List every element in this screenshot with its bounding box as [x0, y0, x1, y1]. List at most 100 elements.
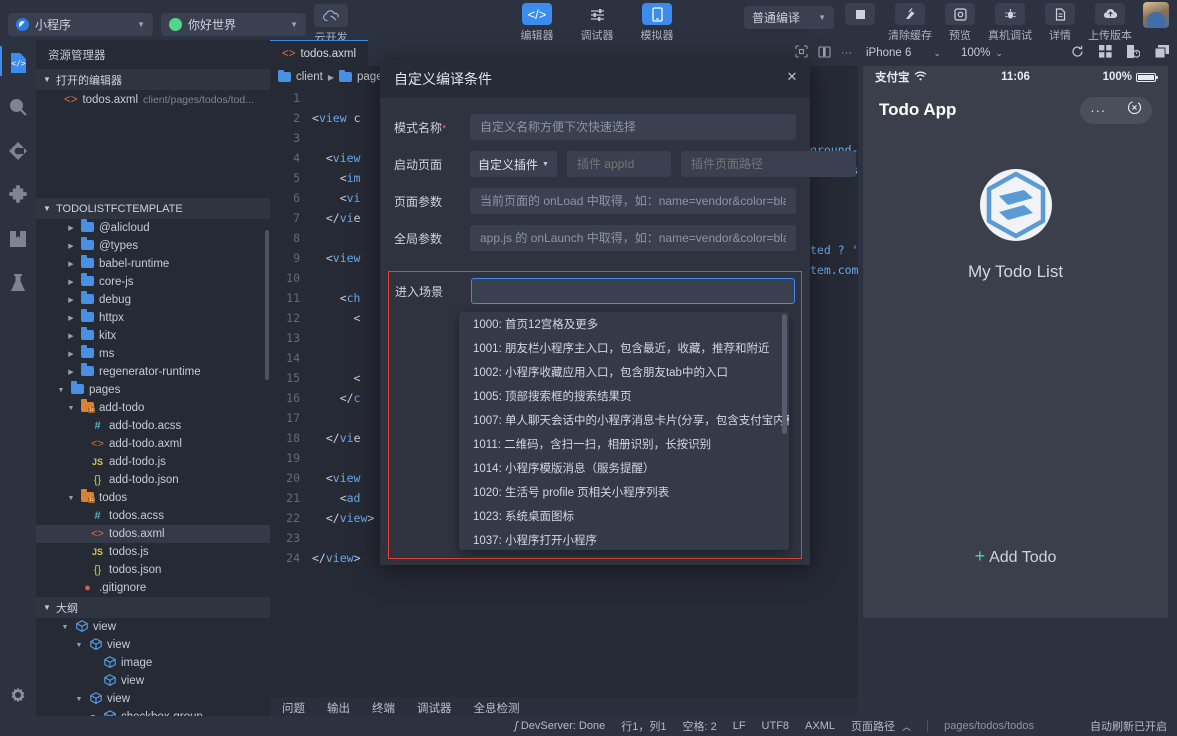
stop-button[interactable]	[843, 3, 877, 25]
outline-row[interactable]: view	[36, 672, 270, 690]
outline-row[interactable]: ▼ view	[36, 636, 270, 654]
tree-row[interactable]: ▶ httpx	[36, 309, 270, 327]
scene-input[interactable]	[471, 278, 795, 304]
autorefresh-status[interactable]: 自动刷新已开启	[1090, 718, 1167, 734]
scene-option[interactable]: 1002: 小程序收藏应用入口，包含朋友tab中的入口	[459, 360, 789, 384]
split-layout-icon[interactable]	[795, 45, 808, 61]
device-selector[interactable]: iPhone 6 ⌄	[866, 47, 941, 59]
page-params-input[interactable]	[470, 188, 796, 214]
upload-version-button[interactable]: 上传版本	[1086, 3, 1134, 43]
dropdown-scrollbar[interactable]	[782, 314, 787, 434]
page-path-toggle[interactable]: 页面路径 ︿	[851, 718, 911, 734]
tree-row[interactable]: ▼ todos	[36, 489, 270, 507]
tree-row[interactable]: JS add-todo.js	[36, 453, 270, 471]
preview-button[interactable]: 预览	[943, 3, 977, 43]
close-icon[interactable]: ✕	[784, 69, 800, 85]
toolbar-item-editor[interactable]: </> 编辑器	[515, 3, 559, 43]
screenshot-icon[interactable]	[1127, 45, 1141, 61]
open-editors-section-header[interactable]: ▼ 打开的编辑器	[36, 69, 270, 90]
outline-row[interactable]: image	[36, 654, 270, 672]
test-icon[interactable]	[0, 270, 36, 296]
panel-tab-holo-check[interactable]: 全息检测	[474, 700, 520, 716]
tree-row[interactable]: <> todos.axml	[36, 525, 270, 543]
project-type-selector[interactable]: 小程序 ▼	[8, 13, 153, 36]
tree-row[interactable]: ● .gitignore	[36, 579, 270, 597]
scene-option[interactable]: 1023: 系统桌面图标	[459, 504, 789, 528]
sdk-icon[interactable]	[0, 226, 36, 252]
device-debug-button[interactable]: 真机调试	[986, 3, 1034, 43]
plugin-appid-input[interactable]	[566, 151, 671, 177]
tree-row[interactable]: # todos.acss	[36, 507, 270, 525]
outline-section-header[interactable]: ▼ 大纲	[36, 597, 270, 618]
scene-options-dropdown[interactable]: 1000: 首页12宫格及更多 1001: 朋友栏小程序主入口，包含最近，收藏，推…	[459, 312, 789, 550]
tree-row[interactable]: ▼ add-todo	[36, 399, 270, 417]
tree-row[interactable]: ▶ babel-runtime	[36, 255, 270, 273]
tree-row[interactable]: {} todos.json	[36, 561, 270, 579]
close-circle-icon[interactable]	[1127, 100, 1142, 120]
mode-name-input[interactable]	[470, 114, 796, 140]
source-control-icon[interactable]	[0, 138, 36, 164]
scene-options-list[interactable]: 1000: 首页12宫格及更多 1001: 朋友栏小程序主入口，包含最近，收藏，推…	[459, 312, 789, 550]
indent-setting[interactable]: 空格: 2	[682, 718, 716, 734]
settings-button[interactable]	[0, 684, 36, 710]
zoom-selector[interactable]: 100% ⌄	[961, 47, 1003, 59]
window-icon[interactable]	[1154, 45, 1169, 61]
scene-option[interactable]: 1007: 单人聊天会话中的小程序消息卡片(分享，包含支付宝内和外部	[459, 408, 789, 432]
tree-row[interactable]: ▶ core-js	[36, 273, 270, 291]
outline-row[interactable]: ▼ view	[36, 618, 270, 636]
panel-tab-output[interactable]: 输出	[327, 700, 350, 716]
panel-tab-terminal[interactable]: 终端	[372, 700, 395, 716]
tree-row[interactable]: JS todos.js	[36, 543, 270, 561]
explorer-scrollbar[interactable]	[265, 230, 269, 380]
project-name-selector[interactable]: 你好世界 ▼	[161, 13, 306, 36]
mini-program-capsule[interactable]: ···	[1080, 96, 1152, 124]
explorer-icon[interactable]: </>	[0, 46, 36, 76]
plugin-page-path-input[interactable]	[680, 151, 856, 177]
tree-row[interactable]: <> add-todo.axml	[36, 435, 270, 453]
tree-row[interactable]: {} add-todo.json	[36, 471, 270, 489]
grid-icon[interactable]	[1099, 45, 1112, 61]
tree-row[interactable]: ▶ @types	[36, 237, 270, 255]
language-mode[interactable]: AXML	[805, 720, 835, 732]
tree-row[interactable]: ▶ ms	[36, 345, 270, 363]
gear-icon[interactable]	[0, 684, 36, 710]
project-section-header[interactable]: ▼ TODOLISTFCTEMPLATE	[36, 198, 270, 219]
scene-option[interactable]: 1011: 二维码，含扫一扫，相册识别，长按识别	[459, 432, 789, 456]
tree-row[interactable]: ▼ pages	[36, 381, 270, 399]
cursor-position[interactable]: 行1，列1	[621, 718, 666, 734]
scene-option[interactable]: 1020: 生活号 profile 页相关小程序列表	[459, 480, 789, 504]
add-todo-button[interactable]: + Add Todo	[863, 546, 1168, 567]
scene-option[interactable]: 1000: 首页12宫格及更多	[459, 312, 789, 336]
panel-tab-debugger[interactable]: 调试器	[417, 700, 452, 716]
global-params-input[interactable]	[470, 225, 796, 251]
avatar[interactable]	[1143, 2, 1169, 28]
toolbar-item-simulator[interactable]: 模拟器	[635, 3, 679, 43]
devserver-status[interactable]: ʃ DevServer: Done	[515, 720, 606, 732]
details-button[interactable]: 详情	[1043, 3, 1077, 43]
clear-cache-button[interactable]: 清除缓存	[886, 3, 934, 43]
search-icon[interactable]	[0, 94, 36, 120]
refresh-icon[interactable]	[1071, 45, 1084, 61]
tree-row[interactable]: ▶ regenerator-runtime	[36, 363, 270, 381]
encoding-setting[interactable]: UTF8	[762, 720, 790, 732]
tree-row[interactable]: ▶ kitx	[36, 327, 270, 345]
breadcrumb-item-client[interactable]: client	[296, 71, 323, 83]
extensions-icon[interactable]	[0, 182, 36, 208]
scene-option[interactable]: 1001: 朋友栏小程序主入口，包含最近，收藏，推荐和附近	[459, 336, 789, 360]
plugin-type-select[interactable]: 自定义插件 ▼	[470, 151, 557, 177]
scene-option[interactable]: 1005: 顶部搜索框的搜索结果页	[459, 384, 789, 408]
tree-row[interactable]: ▶ debug	[36, 291, 270, 309]
tree-row[interactable]: # add-todo.acss	[36, 417, 270, 435]
compile-mode-selector[interactable]: 普通编译 ▼	[744, 6, 834, 29]
tree-row[interactable]: ▶ @alicloud	[36, 219, 270, 237]
outline-row[interactable]: ▼ view	[36, 690, 270, 708]
panel-tab-problems[interactable]: 问题	[282, 700, 305, 716]
page-path-value[interactable]: pages/todos/todos	[944, 720, 1034, 732]
more-icon[interactable]: ···	[1090, 103, 1106, 118]
toolbar-item-debugger[interactable]: 调试器	[575, 3, 619, 43]
open-editor-item[interactable]: <> todos.axml client/pages/todos/tod...	[36, 90, 270, 110]
eol-setting[interactable]: LF	[733, 720, 746, 732]
cloud-dev-button[interactable]: 云开发	[314, 4, 348, 45]
scene-option[interactable]: 1014: 小程序模版消息（服务提醒）	[459, 456, 789, 480]
scene-option[interactable]: 1037: 小程序打开小程序	[459, 528, 789, 550]
